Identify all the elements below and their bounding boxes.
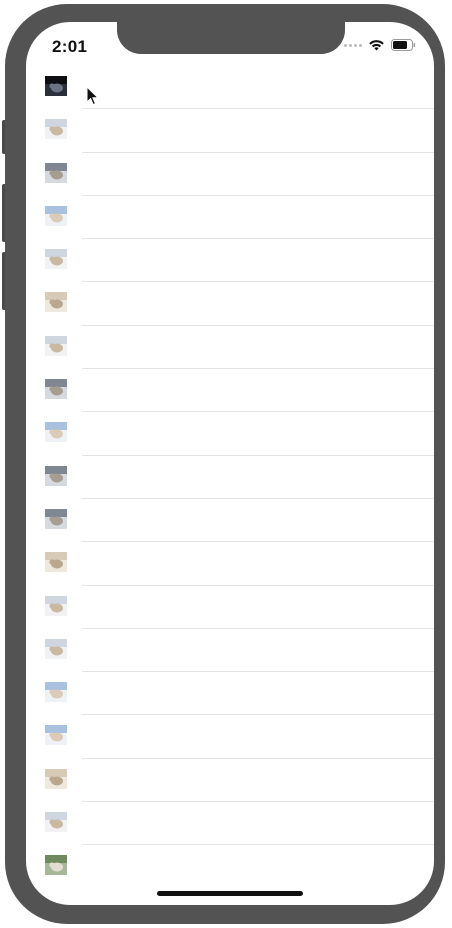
screen: 2:01 bbox=[26, 22, 434, 905]
thumbnail-4-image bbox=[45, 205, 67, 226]
thumbnail-3-image bbox=[45, 162, 67, 183]
battery-icon bbox=[391, 39, 415, 51]
list-item[interactable] bbox=[26, 629, 434, 673]
list-item[interactable] bbox=[26, 499, 434, 543]
thumbnail-18-image bbox=[45, 812, 67, 833]
list-item[interactable] bbox=[26, 412, 434, 456]
thumbnail-1-image bbox=[45, 76, 67, 96]
thumbnail-15-image bbox=[45, 682, 67, 703]
thumbnail-14-image bbox=[45, 638, 67, 659]
mouse-pointer-icon bbox=[86, 86, 100, 106]
list-item[interactable] bbox=[26, 586, 434, 630]
list-item[interactable] bbox=[26, 196, 434, 240]
thumbnail-17-image bbox=[45, 768, 67, 789]
thumbnail-12-image bbox=[45, 552, 67, 573]
thumbnail-6-image bbox=[45, 292, 67, 313]
wifi-icon bbox=[369, 40, 384, 51]
notch bbox=[117, 22, 345, 54]
list-item[interactable] bbox=[26, 326, 434, 370]
image-list[interactable] bbox=[26, 66, 434, 889]
thumbnail-8-image bbox=[45, 379, 67, 400]
thumbnail-2-image bbox=[45, 119, 67, 140]
list-item[interactable] bbox=[26, 759, 434, 803]
home-indicator[interactable] bbox=[157, 891, 303, 896]
status-icons bbox=[344, 39, 416, 51]
list-item[interactable] bbox=[26, 456, 434, 500]
list-item[interactable] bbox=[26, 282, 434, 327]
list-item[interactable] bbox=[26, 542, 434, 586]
thumbnail-16-image bbox=[45, 725, 67, 746]
list-item[interactable] bbox=[26, 109, 434, 153]
list-item[interactable] bbox=[26, 845, 434, 888]
list-item[interactable] bbox=[26, 802, 434, 846]
thumbnail-10-image bbox=[45, 465, 67, 486]
thumbnail-19-image bbox=[45, 855, 67, 876]
thumbnail-11-image bbox=[45, 508, 67, 529]
thumbnail-5-image bbox=[45, 249, 67, 270]
list-item[interactable] bbox=[26, 239, 434, 283]
list-item[interactable] bbox=[26, 153, 434, 197]
device: 2:01 bbox=[0, 0, 452, 928]
thumbnail-13-image bbox=[45, 595, 67, 616]
thumbnail-9-image bbox=[45, 422, 67, 443]
list-item[interactable] bbox=[26, 369, 434, 413]
thumbnail-7-image bbox=[45, 335, 67, 356]
status-time: 2:01 bbox=[52, 37, 88, 56]
list-item[interactable] bbox=[26, 715, 434, 760]
list-item[interactable] bbox=[26, 672, 434, 716]
cellular-signal-icon bbox=[344, 43, 362, 47]
